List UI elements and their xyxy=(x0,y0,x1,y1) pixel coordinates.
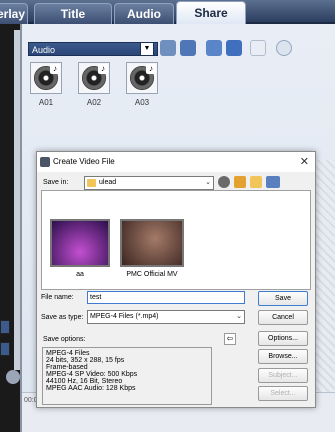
step-tabbar: erlay Title Audio Share xyxy=(0,0,335,24)
back-icon[interactable] xyxy=(218,176,230,188)
save-in-value: ulead xyxy=(99,179,117,186)
subject-button[interactable]: Subject... xyxy=(258,368,308,383)
chevron-down-icon: ⌄ xyxy=(236,313,242,320)
chevron-down-icon: ⌄ xyxy=(205,179,211,186)
new-folder-icon[interactable] xyxy=(250,176,262,188)
options-button[interactable]: Options... xyxy=(258,331,308,346)
library-thumb-label: A02 xyxy=(86,98,102,107)
tab-overlay[interactable]: erlay xyxy=(0,3,28,24)
library-thumb[interactable]: ♪ xyxy=(78,62,110,94)
music-note-icon: ♪ xyxy=(50,64,60,74)
save-button[interactable]: Save xyxy=(258,291,308,306)
select-button[interactable]: Select... xyxy=(258,386,308,401)
file-item[interactable]: PMC Official MV xyxy=(120,219,184,278)
import-icon[interactable] xyxy=(180,40,196,56)
file-list: aa PMC Official MV xyxy=(41,190,311,290)
save-as-type-select[interactable]: MPEG-4 Files (*.mp4) ⌄ xyxy=(87,310,245,324)
expand-icon[interactable] xyxy=(276,40,292,56)
arrow-left-icon[interactable]: ⇦ xyxy=(224,333,236,345)
close-icon[interactable]: ✕ xyxy=(300,155,309,168)
preview-scrollbar[interactable] xyxy=(14,30,20,370)
library-thumb[interactable]: ♪ xyxy=(30,62,62,94)
file-name-label: File name: xyxy=(41,294,74,301)
create-video-file-dialog: Create Video File ✕ Save in: ulead ⌄ aa … xyxy=(36,151,316,408)
save-in-select[interactable]: ulead ⌄ xyxy=(84,176,214,190)
save-option-line: 44100 Hz, 16 Bit, Stereo xyxy=(46,378,123,385)
library-panel: Audio ▼ ♪ ♪ ♪ A01 A02 A03 xyxy=(28,28,335,158)
tab-title[interactable]: Title xyxy=(34,3,112,24)
save-option-line: MPEG-4 Files xyxy=(46,350,90,357)
dialog-titlebar: Create Video File ✕ xyxy=(37,152,315,172)
folder-icon[interactable] xyxy=(160,40,176,56)
file-item-label: PMC Official MV xyxy=(126,271,178,278)
library-thumb-label: A03 xyxy=(134,98,150,107)
library-thumb-label: A01 xyxy=(38,98,54,107)
tab-share[interactable]: Share xyxy=(176,1,246,24)
tab-audio[interactable]: Audio xyxy=(114,3,174,24)
library-category-select[interactable]: Audio xyxy=(28,42,158,56)
view-menu-icon[interactable] xyxy=(266,176,280,188)
file-name-field[interactable]: test xyxy=(87,291,245,304)
video-thumbnail xyxy=(50,219,110,267)
music-note-icon: ♪ xyxy=(98,64,108,74)
app-icon xyxy=(40,157,50,167)
audio-disc-icon: ♪ xyxy=(34,64,60,90)
step-control-icon[interactable] xyxy=(0,342,10,356)
save-in-label: Save in: xyxy=(43,179,69,186)
library-thumb[interactable]: ♪ xyxy=(126,62,158,94)
play-control-icon[interactable] xyxy=(0,320,10,334)
list-icon[interactable] xyxy=(206,40,222,56)
save-option-line: MPEG-4 SP Video: 500 Kbps xyxy=(46,371,138,378)
save-option-line: Frame-based xyxy=(46,364,88,371)
up-folder-icon[interactable] xyxy=(234,176,246,188)
file-item-label: aa xyxy=(76,271,84,278)
save-option-line: 24 bits, 352 x 288, 15 fps xyxy=(46,357,125,364)
zoom-icon[interactable] xyxy=(6,370,20,384)
save-option-line: MPEG AAC Audio: 128 Kbps xyxy=(46,385,136,392)
save-options-box: MPEG-4 Files 24 bits, 352 x 288, 15 fps … xyxy=(42,347,212,405)
file-item[interactable]: aa xyxy=(50,219,110,278)
browse-button[interactable]: Browse... xyxy=(258,349,308,364)
folder-icon xyxy=(87,179,96,187)
audio-disc-icon: ♪ xyxy=(82,64,108,90)
copy-icon[interactable] xyxy=(250,40,266,56)
music-note-icon: ♪ xyxy=(146,64,156,74)
save-as-type-value: MPEG-4 Files (*.mp4) xyxy=(90,313,159,320)
left-controls xyxy=(0,320,30,432)
save-options-label: Save options: xyxy=(43,336,86,343)
cancel-button[interactable]: Cancel xyxy=(258,310,308,325)
audio-disc-icon: ♪ xyxy=(130,64,156,90)
save-as-type-label: Save as type: xyxy=(41,314,84,321)
cd-icon[interactable] xyxy=(226,40,242,56)
dialog-title: Create Video File xyxy=(53,157,115,166)
chevron-down-icon[interactable]: ▼ xyxy=(140,42,154,56)
video-thumbnail xyxy=(120,219,184,267)
